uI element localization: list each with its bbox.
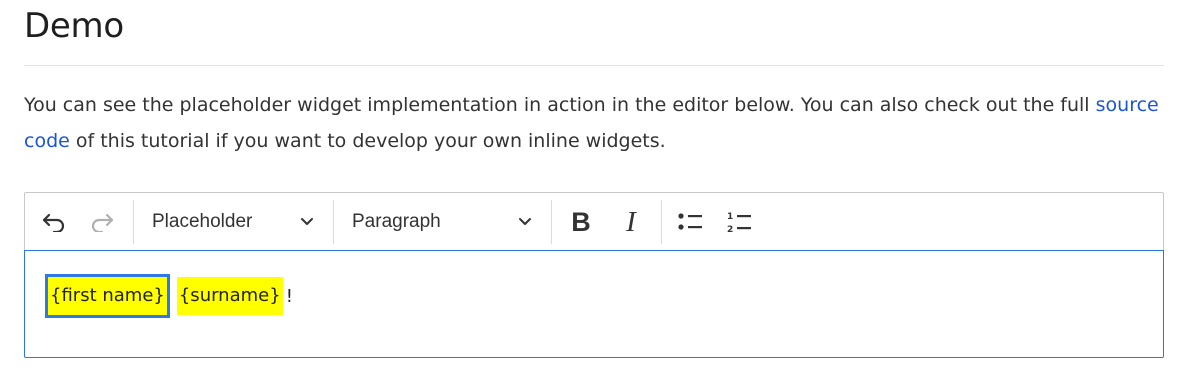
placeholder-dropdown-label: Placeholder xyxy=(152,211,253,232)
italic-button[interactable]: I xyxy=(612,201,650,243)
toolbar-separator xyxy=(551,200,552,244)
undo-button[interactable] xyxy=(35,201,73,243)
toolbar-separator xyxy=(661,200,662,244)
heading-dropdown[interactable]: Paragraph xyxy=(335,201,551,243)
bulleted-list-icon xyxy=(678,213,702,230)
editor-toolbar: Placeholder Paragraph B I 1 2 xyxy=(24,192,1164,250)
bold-icon: B xyxy=(571,206,591,237)
rich-text-editor: Placeholder Paragraph B I 1 2 {first nam… xyxy=(24,192,1164,358)
undo-icon xyxy=(42,213,65,232)
intro-text-after: of this tutorial if you want to develop … xyxy=(69,130,666,152)
editor-paragraph: {first name} {surname} ! xyxy=(45,274,293,318)
placeholder-surname[interactable]: {surname} xyxy=(176,277,283,315)
heading-dropdown-label: Paragraph xyxy=(352,211,441,232)
intro-text-before: You can see the placeholder widget imple… xyxy=(24,94,1096,116)
toolbar-separator xyxy=(133,200,134,244)
redo-icon xyxy=(91,213,114,232)
chevron-down-icon xyxy=(301,218,313,225)
numbered-list-icon: 1 2 xyxy=(727,212,751,235)
svg-text:2: 2 xyxy=(727,225,733,235)
trailing-text: ! xyxy=(285,285,293,307)
bulleted-list-button[interactable] xyxy=(669,201,711,243)
editor-content[interactable]: {first name} {surname} ! xyxy=(24,250,1164,358)
bold-button[interactable]: B xyxy=(562,201,600,243)
italic-icon: I xyxy=(626,205,636,238)
placeholder-dropdown[interactable]: Placeholder xyxy=(135,201,331,243)
numbered-list-button[interactable]: 1 2 xyxy=(718,201,760,243)
title-divider xyxy=(24,65,1164,66)
intro-paragraph: You can see the placeholder widget imple… xyxy=(24,87,1164,159)
chevron-down-icon xyxy=(519,218,531,225)
redo-button[interactable] xyxy=(83,201,121,243)
svg-text:1: 1 xyxy=(727,212,733,222)
page-title: Demo xyxy=(24,6,124,46)
toolbar-separator xyxy=(333,200,334,244)
placeholder-first-name[interactable]: {first name} xyxy=(45,274,170,318)
